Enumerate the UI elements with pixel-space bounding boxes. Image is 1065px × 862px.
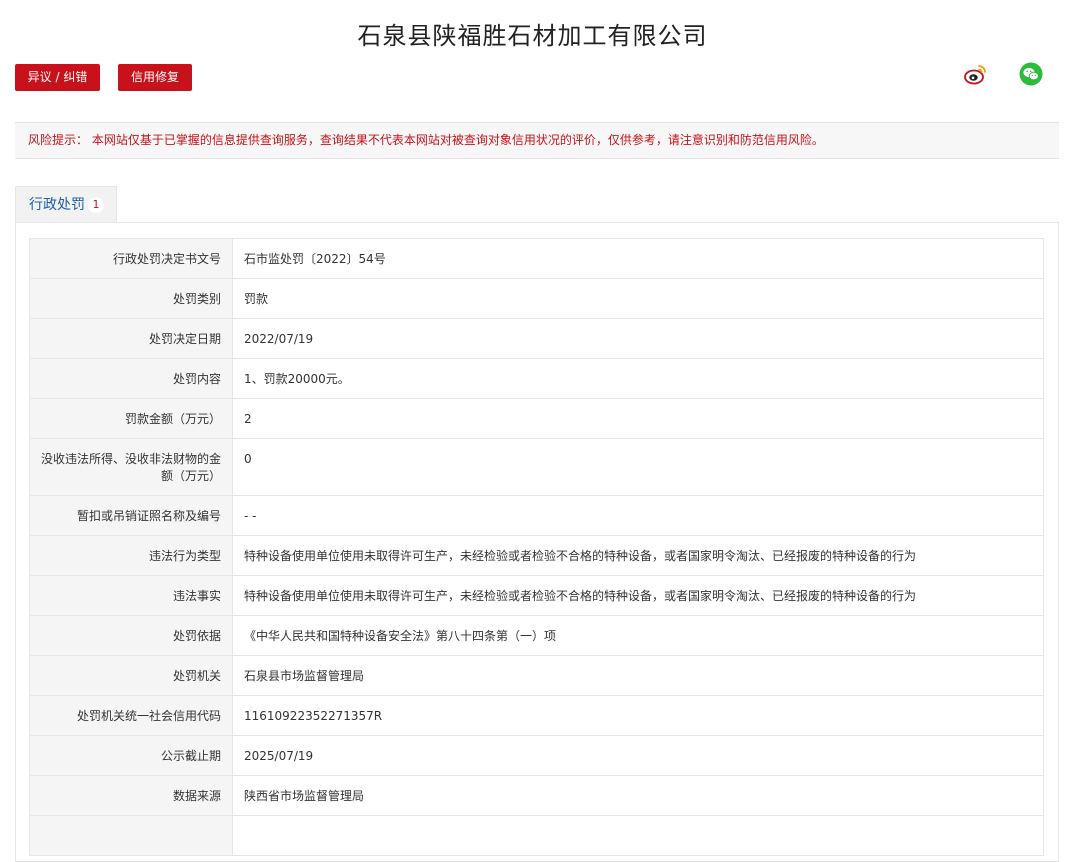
row-label: 公示截止期	[29, 735, 233, 776]
row-value	[232, 815, 1044, 856]
table-row: 处罚依据 《中华人民共和国特种设备安全法》第八十四条第（一）项	[29, 615, 1044, 656]
row-value: 2025/07/19	[232, 735, 1044, 776]
row-label: 处罚机关	[29, 655, 233, 696]
table-row: 公示截止期 2025/07/19	[29, 735, 1044, 776]
table-row: 处罚机关统一社会信用代码 11610922352271357R	[29, 695, 1044, 736]
risk-notice: 风险提示： 本网站仅基于已掌握的信息提供查询服务，查询结果不代表本网站对被查询对…	[15, 122, 1059, 159]
row-value: 0	[232, 438, 1044, 496]
table-row: 违法事实 特种设备使用单位使用未取得许可生产，未经检验或者检验不合格的特种设备，或…	[29, 575, 1044, 616]
table-row: 没收违法所得、没收非法财物的金额（万元） 0	[29, 438, 1044, 496]
row-label: 没收违法所得、没收非法财物的金额（万元）	[29, 438, 233, 496]
company-title: 石泉县陕福胜石材加工有限公司	[357, 22, 708, 50]
row-value: 11610922352271357R	[232, 695, 1044, 736]
tab-count-badge: 1	[88, 197, 104, 213]
row-label	[29, 815, 233, 856]
table-row: 暂扣或吊销证照名称及编号 - -	[29, 495, 1044, 536]
row-label: 处罚机关统一社会信用代码	[29, 695, 233, 736]
row-label: 处罚类别	[29, 278, 233, 319]
row-value: 陕西省市场监督管理局	[232, 775, 1044, 816]
table-row: 处罚类别 罚款	[29, 278, 1044, 319]
row-value: 2	[232, 398, 1044, 439]
row-label: 处罚决定日期	[29, 318, 233, 359]
row-label: 处罚内容	[29, 358, 233, 399]
row-label: 违法行为类型	[29, 535, 233, 576]
row-value: 特种设备使用单位使用未取得许可生产，未经检验或者检验不合格的特种设备，或者国家明…	[232, 535, 1044, 576]
table-row: 处罚机关 石泉县市场监督管理局	[29, 655, 1044, 696]
table-row: 处罚内容 1、罚款20000元。	[29, 358, 1044, 399]
penalty-detail-table: 行政处罚决定书文号 石市监处罚〔2022〕54号 处罚类别 罚款 处罚决定日期 202…	[29, 238, 1044, 856]
objection-button[interactable]: 异议 / 纠错	[15, 64, 100, 91]
table-row: 数据来源 陕西省市场监督管理局	[29, 775, 1044, 816]
row-value: 石市监处罚〔2022〕54号	[232, 238, 1044, 279]
row-value: - -	[232, 495, 1044, 536]
table-row: 罚款金额（万元） 2	[29, 398, 1044, 439]
row-label: 数据来源	[29, 775, 233, 816]
tab-label: 行政处罚	[29, 197, 85, 213]
tab-administrative-penalty[interactable]: 行政处罚 1	[15, 186, 117, 222]
row-label: 处罚依据	[29, 615, 233, 656]
row-label: 行政处罚决定书文号	[29, 238, 233, 279]
row-label: 违法事实	[29, 575, 233, 616]
row-value: 1、罚款20000元。	[232, 358, 1044, 399]
row-value: 罚款	[232, 278, 1044, 319]
row-label: 罚款金额（万元）	[29, 398, 233, 439]
credit-repair-button[interactable]: 信用修复	[118, 64, 192, 91]
table-row: 违法行为类型 特种设备使用单位使用未取得许可生产，未经检验或者检验不合格的特种设备…	[29, 535, 1044, 576]
table-row: 行政处罚决定书文号 石市监处罚〔2022〕54号	[29, 238, 1044, 279]
row-value: 2022/07/19	[232, 318, 1044, 359]
table-row: 处罚决定日期 2022/07/19	[29, 318, 1044, 359]
wechat-icon[interactable]	[1019, 62, 1043, 86]
weibo-icon[interactable]	[964, 62, 988, 86]
row-value: 石泉县市场监督管理局	[232, 655, 1044, 696]
row-label: 暂扣或吊销证照名称及编号	[29, 495, 233, 536]
row-value: 特种设备使用单位使用未取得许可生产，未经检验或者检验不合格的特种设备，或者国家明…	[232, 575, 1044, 616]
row-value: 《中华人民共和国特种设备安全法》第八十四条第（一）项	[232, 615, 1044, 656]
table-row	[29, 815, 1044, 856]
